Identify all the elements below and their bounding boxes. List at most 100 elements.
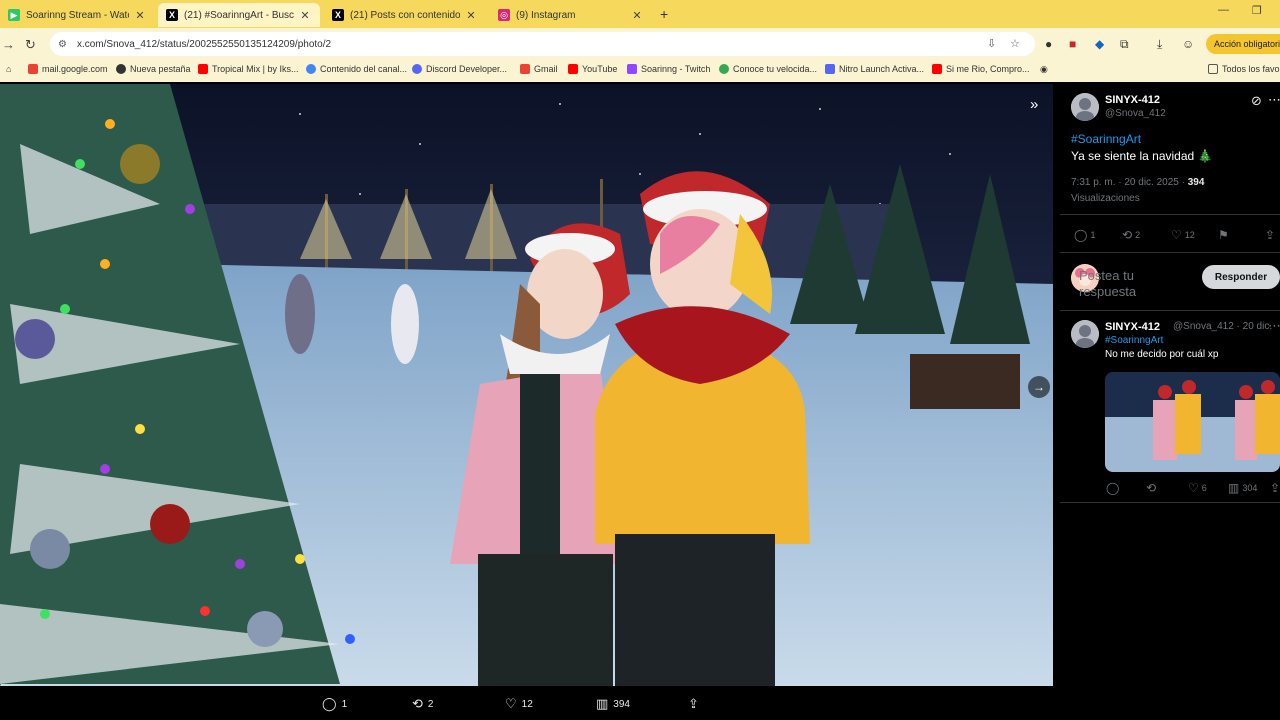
globe-icon[interactable]: ◉ (1040, 64, 1048, 75)
reply-action[interactable]: ◯ 1 (322, 696, 347, 712)
bookmark-item[interactable]: Discord Developer... (412, 64, 507, 74)
bookmark-item[interactable]: Conoce tu velocida... (719, 64, 817, 74)
views-label: Visualizaciones (1071, 193, 1140, 204)
youtube-icon (932, 64, 942, 74)
tab-twitch[interactable]: ▶ Soarinng Stream - Watch Live o ✕ (0, 3, 155, 27)
gmail-icon (520, 64, 530, 74)
discord-icon (412, 64, 422, 74)
reply-media-thumbnail[interactable] (1105, 372, 1280, 472)
youtube-icon (198, 64, 208, 74)
maximize-icon[interactable]: ❐ (1252, 4, 1262, 17)
reply-input[interactable]: Postea tu respuesta (1079, 268, 1189, 300)
shield-extension-icon[interactable]: ◆ (1095, 37, 1104, 51)
heart-icon: ♡ (1188, 481, 1199, 495)
extension-icon[interactable]: ● (1045, 37, 1052, 51)
divider (1060, 252, 1280, 253)
christmas-illustration[interactable] (0, 84, 1053, 686)
tab-posts-multimedia[interactable]: X (21) Posts con contenido multi ✕ (324, 3, 486, 27)
install-app-icon[interactable]: ⇩ (987, 37, 996, 50)
post-author-handle[interactable]: @Snova_412 (1105, 108, 1166, 119)
bookmark-item[interactable]: Si me Rio, Compro... (932, 64, 1030, 74)
tab-soarinngart-search[interactable]: X (21) #SoarinngArt - Buscar / X ✕ (158, 3, 320, 27)
avatar[interactable] (1071, 93, 1099, 121)
repost-action[interactable]: ⟲ 2 (412, 696, 433, 712)
reply-button[interactable]: Responder (1202, 265, 1280, 289)
tab-instagram[interactable]: ◎ (9) Instagram ✕ (490, 3, 652, 27)
site-info-icon[interactable]: ⚙ (58, 39, 67, 50)
pdf-extension-icon[interactable]: ■ (1069, 37, 1076, 51)
post-author-name[interactable]: SINYX-412 (1105, 94, 1160, 106)
reply-stat[interactable]: ◯ 1 (1074, 228, 1095, 242)
download-icon[interactable]: ⤓ (1157, 37, 1162, 52)
views-stat[interactable]: ▥ 304 (1228, 481, 1257, 495)
bookmark-stat[interactable]: ⚑ (1218, 228, 1232, 242)
like-stat[interactable]: ♡ 12 (1171, 228, 1195, 242)
reply-hashtag[interactable]: #SoarinngArt (1105, 335, 1163, 346)
bookmark-label: Nueva pestaña (130, 64, 191, 74)
post-detail-panel: SINYX-412 @Snova_412 ⊘ ⋯ #SoarinngArt Ya… (1060, 84, 1280, 720)
bookmark-item[interactable]: Nitro Launch Activa... (825, 64, 924, 74)
address-bar[interactable]: ⚙ x.com/Snova_412/status/200255255013512… (50, 32, 1035, 56)
reload-icon[interactable]: ↻ (25, 37, 36, 53)
bookmark-item[interactable]: Nueva pestaña (116, 64, 191, 74)
nitro-icon (825, 64, 835, 74)
bookmark-label: mail.google.com (42, 64, 108, 74)
navigation-bar: → ↻ ⚙ x.com/Snova_412/status/20025525501… (0, 28, 1280, 60)
bookmark-label: Si me Rio, Compro... (946, 64, 1030, 74)
share-action[interactable]: ⇪ (688, 696, 704, 712)
share-icon: ⇪ (688, 696, 699, 711)
action-required-button[interactable]: Acción obligatoria (1206, 34, 1280, 54)
reply-stat[interactable]: ◯ (1106, 481, 1122, 495)
reply-author-name[interactable]: SINYX-412 (1105, 321, 1160, 333)
avatar[interactable] (1071, 320, 1099, 348)
repost-count: 2 (1135, 230, 1141, 240)
folder-icon (1208, 64, 1218, 74)
bookmark-item[interactable]: Tropical Mix | by Iks... (198, 64, 299, 74)
reply-author-handle[interactable]: @Snova_412 · 20 dic. (1173, 321, 1272, 332)
like-action[interactable]: ♡ 12 (505, 696, 533, 712)
bookmark-item[interactable]: Soarinng - Twitch (627, 64, 710, 74)
tab-label: Soarinng Stream - Watch Live o (26, 9, 129, 21)
repost-count: 2 (427, 698, 434, 710)
next-image-button[interactable]: → (1028, 376, 1050, 398)
tab-label: (9) Instagram (516, 9, 576, 21)
repost-icon: ⟲ (1122, 228, 1133, 242)
repost-stat[interactable]: ⟲ 2 (1122, 228, 1140, 242)
close-icon[interactable]: ✕ (133, 9, 147, 22)
minimize-icon[interactable]: — (1218, 4, 1229, 16)
grok-icon[interactable]: ⊘ (1251, 93, 1262, 109)
views-action[interactable]: ▥ 394 (596, 696, 630, 712)
tab-label: (21) #SoarinngArt - Buscar / X (184, 9, 294, 21)
bookmark-item[interactable]: mail.google.com (28, 64, 108, 74)
apps-icon[interactable]: ⌂ (6, 64, 11, 74)
like-stat[interactable]: ♡ 6 (1188, 481, 1207, 495)
viewer-action-bar: ◯ 1 ⟲ 2 ♡ 12 ▥ 394 ⇪ (0, 686, 1058, 720)
bookmark-label: Discord Developer... (426, 64, 508, 74)
close-icon[interactable]: ✕ (630, 9, 644, 22)
bookmark-item[interactable]: YouTube (568, 64, 617, 74)
views-count: 394 (1187, 177, 1205, 188)
reply-count: 1 (1090, 230, 1096, 240)
bookmark-star-icon[interactable]: ☆ (1010, 37, 1020, 50)
close-icon[interactable]: ✕ (464, 9, 478, 22)
post-hashtag[interactable]: #SoarinngArt (1071, 132, 1141, 146)
share-stat[interactable]: ⇪ (1265, 228, 1278, 242)
post-timestamp[interactable]: 7:31 p. m. · 20 dic. 2025 · 394 (1071, 177, 1204, 188)
profile-icon[interactable]: ☺ (1182, 37, 1194, 51)
repost-stat[interactable]: ⟲ (1146, 481, 1159, 495)
more-options-icon[interactable]: ⋯ (1268, 92, 1280, 108)
back-icon[interactable]: → (2, 37, 15, 52)
speedtest-icon (719, 64, 729, 74)
share-stat[interactable]: ⇪ (1270, 481, 1280, 495)
bookmark-item[interactable]: Contenido del canal... (306, 64, 407, 74)
new-tab-button[interactable]: + (660, 6, 668, 22)
timestamp-text: 7:31 p. m. · 20 dic. 2025 · (1071, 177, 1185, 188)
bookmark-item[interactable]: Gmail (520, 64, 558, 74)
puzzle-icon[interactable]: ⧉ (1120, 37, 1129, 52)
reply-icon: ◯ (322, 696, 337, 711)
tab-strip: ▶ Soarinng Stream - Watch Live o ✕ X (21… (0, 0, 1280, 28)
more-options-icon[interactable]: ⋯ (1268, 318, 1280, 334)
collapse-panel-icon[interactable]: » (1030, 96, 1038, 113)
close-icon[interactable]: ✕ (298, 9, 312, 22)
all-bookmarks[interactable]: Todos los favor (1208, 64, 1280, 74)
